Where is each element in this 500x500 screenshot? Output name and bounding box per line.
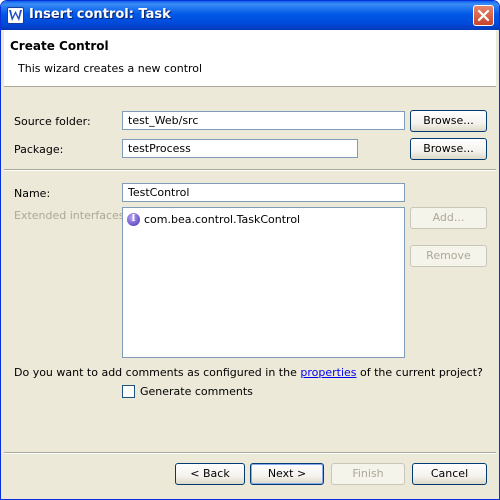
title-bar[interactable]: Insert control: Task [1, 1, 499, 30]
package-browse-button[interactable]: Browse... [410, 138, 487, 160]
extended-interfaces-label: Extended interfaces: [14, 209, 129, 222]
source-folder-browse-button[interactable]: Browse... [410, 110, 487, 132]
back-button[interactable]: < Back [175, 463, 245, 485]
remove-interface-button[interactable]: Remove [410, 245, 487, 267]
generate-comments-label: Generate comments [140, 385, 253, 398]
wizard-header: Create Control This wizard creates a new… [4, 30, 496, 87]
comments-question-prefix: Do you want to add comments as configure… [14, 366, 301, 379]
comments-question-suffix: of the current project? [356, 366, 483, 379]
package-input[interactable]: testProcess [122, 139, 358, 158]
section-separator [4, 169, 496, 171]
cancel-button[interactable]: Cancel [412, 463, 487, 485]
package-label: Package: [14, 143, 64, 156]
finish-button[interactable]: Finish [331, 463, 405, 485]
list-item-label: com.bea.control.TaskControl [144, 213, 301, 226]
wizard-window: Insert control: Task Create Control This… [0, 0, 500, 500]
close-icon [477, 9, 490, 22]
page-description: This wizard creates a new control [18, 62, 203, 75]
name-label: Name: [14, 187, 51, 200]
close-button[interactable] [473, 5, 494, 26]
footer-separator [4, 452, 496, 454]
source-folder-label: Source folder: [14, 115, 91, 128]
window-title: Insert control: Task [29, 7, 171, 22]
comments-question: Do you want to add comments as configure… [14, 366, 483, 379]
properties-link[interactable]: properties [300, 366, 356, 379]
source-folder-input[interactable]: test_Web/src [122, 111, 405, 130]
next-button[interactable]: Next > [250, 463, 324, 485]
interface-icon: I [127, 213, 140, 226]
generate-comments-checkbox[interactable] [122, 385, 135, 398]
extended-interfaces-list[interactable]: I com.bea.control.TaskControl [122, 207, 405, 358]
name-input[interactable]: TestControl [122, 183, 405, 202]
workshop-app-icon [7, 7, 24, 24]
add-interface-button[interactable]: Add... [410, 207, 487, 229]
page-title: Create Control [10, 39, 109, 53]
